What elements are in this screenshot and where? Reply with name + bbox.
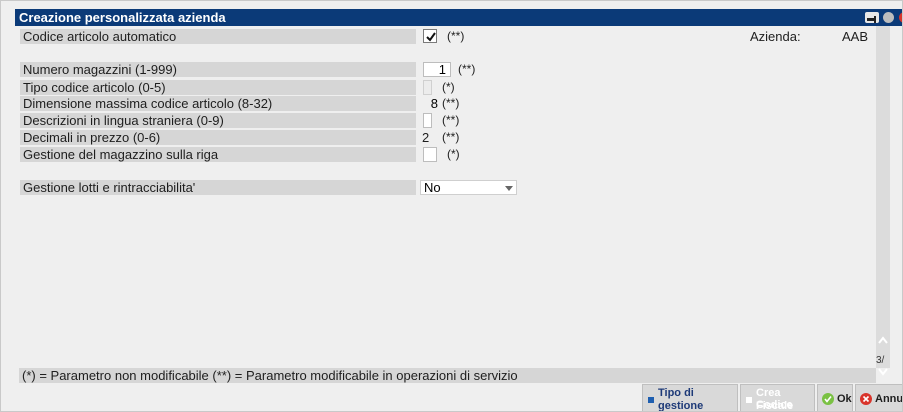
field-label-gestione-magazzino-riga: Gestione del magazzino sulla riga — [20, 147, 416, 162]
dimensione-massima-value: 8 — [430, 96, 438, 111]
lotti-label: Gestione lotti e rintracciabilita' — [20, 180, 416, 195]
tipo-button-line1: Tipo di — [658, 387, 694, 399]
form-area: Codice articolo automatico (**) Azienda:… — [15, 26, 902, 388]
azienda-label: Azienda: — [750, 29, 801, 44]
tipo-gestione-archivi-button[interactable]: Tipo di gestione archivi — [642, 384, 738, 412]
auto-code-note: (**) — [447, 29, 465, 43]
ok-check-icon — [822, 393, 834, 405]
title-bar: Creazione personalizzata azienda — [15, 9, 902, 26]
cancel-x-icon — [860, 393, 872, 405]
numero-magazzini-input[interactable]: 1 — [423, 62, 451, 77]
scroll-down-icon[interactable] — [876, 367, 890, 377]
dimensione-massima-note: (**) — [442, 96, 460, 110]
button-square-icon — [648, 397, 654, 403]
decimali-prezzo-note: (**) — [442, 130, 460, 144]
auto-code-label: Codice articolo automatico — [20, 29, 416, 44]
tipo-button-line2: gestione archivi — [658, 400, 704, 412]
field-label-dimensione-massima: Dimensione massima codice articolo (8-32… — [20, 96, 416, 111]
descrizioni-lingua-input[interactable] — [423, 113, 432, 128]
auto-code-checkbox[interactable] — [423, 29, 437, 43]
chevron-down-icon — [505, 186, 513, 191]
page-indicator: 3/ — [876, 355, 885, 366]
lotti-selected-value: No — [424, 180, 441, 195]
scroll-up-icon[interactable] — [876, 335, 890, 345]
legend-text: (*) = Parametro non modificabile (**) = … — [19, 368, 876, 383]
field-label-decimali-prezzo: Decimali in prezzo (0-6) — [20, 130, 416, 145]
field-label-tipo-codice: Tipo codice articolo (0-5) — [20, 80, 416, 95]
field-label-descrizioni-lingua: Descrizioni in lingua straniera (0-9) — [20, 113, 416, 128]
button-square-icon — [746, 397, 752, 403]
tipo-codice-input — [423, 80, 432, 95]
numero-magazzini-note: (**) — [458, 62, 476, 76]
checkmark-icon — [426, 32, 436, 42]
ok-button[interactable]: Ok — [817, 384, 853, 411]
window: Creazione personalizzata azienda Codice … — [0, 0, 903, 412]
azienda-value: AAB — [842, 29, 869, 44]
annulla-label: Annul — [875, 393, 903, 405]
tipo-codice-note: (*) — [442, 80, 455, 94]
descrizioni-lingua-note: (**) — [442, 113, 460, 127]
pin-icon[interactable] — [865, 12, 879, 23]
window-title: Creazione personalizzata azienda — [19, 10, 226, 25]
numero-magazzini-value: 1 — [438, 62, 446, 77]
lotti-select[interactable]: No — [420, 180, 517, 195]
vertical-scrollbar[interactable]: 3/ — [876, 26, 890, 376]
gestione-magazzino-riga-note: (*) — [447, 147, 460, 161]
gestione-magazzino-riga-checkbox[interactable] — [423, 147, 437, 162]
minimize-icon[interactable] — [883, 12, 894, 23]
dimensione-massima-input[interactable]: 8 — [423, 96, 440, 111]
ok-label: Ok — [837, 393, 852, 405]
close-icon[interactable] — [899, 12, 902, 23]
crea-button-line2: Fiscale — [756, 400, 794, 412]
decimali-prezzo-input[interactable]: 2 — [422, 130, 432, 145]
crea-codice-fiscale-button: Crea Codice Fiscale — [740, 384, 815, 412]
annulla-button[interactable]: Annul — [855, 384, 903, 411]
field-label-numero-magazzini: Numero magazzini (1-999) — [20, 62, 416, 77]
